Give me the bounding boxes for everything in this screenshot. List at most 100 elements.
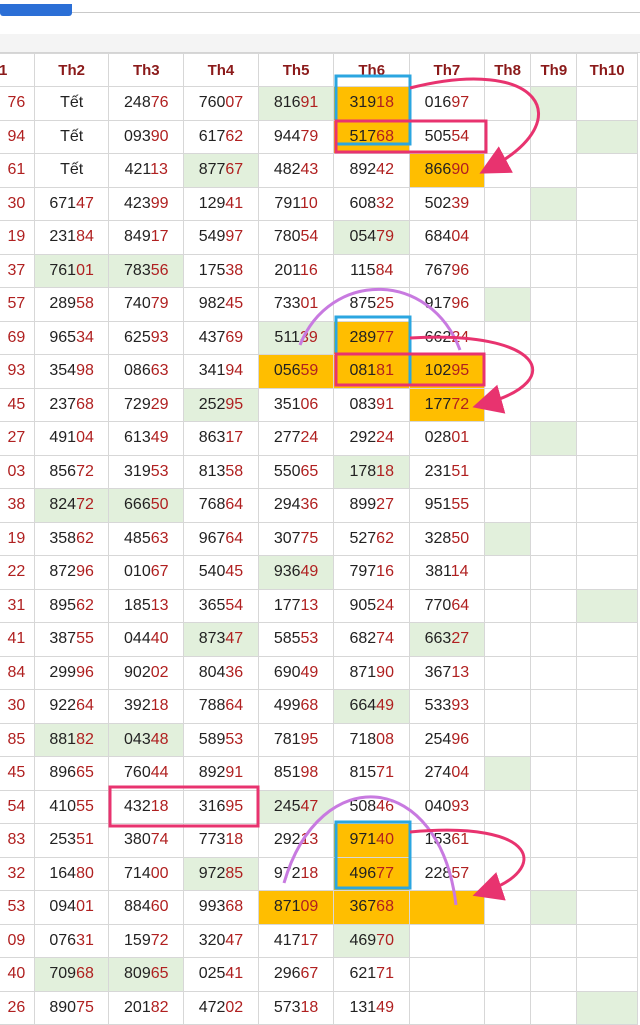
row-number-cell[interactable]: 84 [0,655,35,690]
result-cell[interactable] [530,823,578,858]
result-cell[interactable] [483,923,532,958]
result-cell[interactable]: 15972 [108,923,185,958]
result-cell[interactable]: 42113 [108,153,185,188]
result-cell[interactable] [576,689,638,724]
result-cell[interactable]: 76864 [183,488,259,523]
result-cell[interactable] [530,387,578,422]
result-cell[interactable]: 87767 [183,153,259,188]
result-cell[interactable]: 87190 [333,655,411,690]
result-cell[interactable]: 89075 [33,990,110,1025]
row-number-cell[interactable]: 26 [0,990,35,1025]
result-cell[interactable]: 94479 [257,119,335,154]
row-number-cell[interactable]: 61 [0,153,35,188]
result-cell[interactable]: 67147 [33,186,110,221]
column-header[interactable]: Th8 [483,53,532,87]
column-header[interactable]: Th9 [530,53,578,87]
result-cell[interactable] [530,220,578,255]
result-cell[interactable]: 39218 [108,689,185,724]
result-cell[interactable] [483,622,532,657]
result-cell[interactable]: 24876 [108,86,185,121]
result-cell[interactable]: 47202 [183,990,259,1025]
result-cell[interactable] [483,354,532,389]
result-cell[interactable]: 91796 [409,287,485,322]
row-number-cell[interactable]: 83 [0,823,35,858]
result-cell[interactable]: 81691 [257,86,335,121]
result-cell[interactable] [483,153,532,188]
row-number-cell[interactable]: 31 [0,588,35,623]
result-cell[interactable]: 20116 [257,253,335,288]
result-cell[interactable] [530,789,578,824]
result-cell[interactable] [576,722,638,757]
row-number-cell[interactable]: 41 [0,622,35,657]
result-cell[interactable]: 51768 [333,119,411,154]
result-cell[interactable] [483,521,532,556]
result-cell[interactable]: 41717 [257,923,335,958]
result-cell[interactable]: 28977 [333,320,411,355]
result-cell[interactable] [576,823,638,858]
row-number-cell[interactable]: 19 [0,521,35,556]
result-cell[interactable]: 85198 [257,756,335,791]
result-cell[interactable]: 17818 [333,454,411,489]
result-cell[interactable] [530,957,578,992]
result-cell[interactable]: 77064 [409,588,485,623]
result-cell[interactable]: 68274 [333,622,411,657]
result-cell[interactable]: 48563 [108,521,185,556]
result-cell[interactable]: 25496 [409,722,485,757]
result-cell[interactable]: 27724 [257,421,335,456]
result-cell[interactable] [483,957,532,992]
result-cell[interactable]: 58553 [257,622,335,657]
result-cell[interactable] [576,186,638,221]
result-cell[interactable]: 22857 [409,856,485,891]
result-cell[interactable]: 35862 [33,521,110,556]
result-cell[interactable]: 29667 [257,957,335,992]
result-cell[interactable]: 08663 [108,354,185,389]
row-number-cell[interactable]: 45 [0,756,35,791]
result-cell[interactable]: 85672 [33,454,110,489]
result-cell[interactable] [483,789,532,824]
result-cell[interactable] [530,655,578,690]
result-cell[interactable]: 38755 [33,622,110,657]
result-cell[interactable]: 76007 [183,86,259,121]
result-cell[interactable] [576,421,638,456]
result-cell[interactable] [530,856,578,891]
result-cell[interactable]: 32047 [183,923,259,958]
row-number-cell[interactable]: 85 [0,722,35,757]
result-cell[interactable] [483,856,532,891]
result-cell[interactable]: 98245 [183,287,259,322]
result-cell[interactable] [576,387,638,422]
result-cell[interactable] [483,86,532,121]
result-cell[interactable]: 38114 [409,555,485,590]
row-number-cell[interactable]: 53 [0,890,35,925]
result-cell[interactable]: 97140 [333,823,411,858]
result-cell[interactable]: 28958 [33,287,110,322]
result-cell[interactable] [576,622,638,657]
result-cell[interactable] [530,622,578,657]
result-cell[interactable] [576,253,638,288]
result-cell[interactable]: 74079 [108,287,185,322]
result-cell[interactable]: 09390 [108,119,185,154]
result-cell[interactable]: 96534 [33,320,110,355]
row-number-cell[interactable]: 76 [0,86,35,121]
result-cell[interactable] [530,86,578,121]
row-number-cell[interactable]: 19 [0,220,35,255]
result-cell[interactable]: 89562 [33,588,110,623]
result-cell[interactable]: 71808 [333,722,411,757]
result-cell[interactable]: 80965 [108,957,185,992]
result-cell[interactable]: 76101 [33,253,110,288]
result-cell[interactable] [576,287,638,322]
row-number-cell[interactable]: 03 [0,454,35,489]
result-cell[interactable]: 01697 [409,86,485,121]
result-cell[interactable]: 54997 [183,220,259,255]
result-cell[interactable]: 89242 [333,153,411,188]
result-cell[interactable]: 49677 [333,856,411,891]
result-cell[interactable]: 89291 [183,756,259,791]
result-cell[interactable]: 62593 [108,320,185,355]
result-cell[interactable] [530,555,578,590]
result-cell[interactable]: 48243 [257,153,335,188]
result-cell[interactable]: 23151 [409,454,485,489]
result-cell[interactable]: 90524 [333,588,411,623]
result-cell[interactable]: 87347 [183,622,259,657]
result-cell[interactable]: 31953 [108,454,185,489]
result-cell[interactable]: 10295 [409,354,485,389]
result-cell[interactable] [483,555,532,590]
